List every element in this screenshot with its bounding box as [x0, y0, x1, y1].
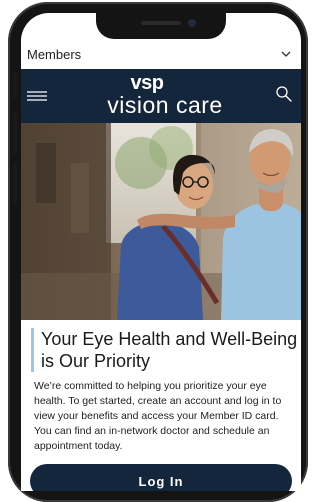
vsp-logo[interactable]: vsp vision care — [105, 73, 225, 121]
search-icon[interactable] — [275, 85, 293, 103]
phone-screen: Members vsp vision care Your Eye Health … — [21, 13, 301, 491]
log-in-button[interactable]: Log In — [30, 464, 292, 491]
hamburger-menu-icon[interactable] — [27, 86, 47, 106]
phone-speaker — [141, 21, 181, 25]
hero-photo — [21, 123, 301, 320]
chevron-down-icon — [281, 51, 291, 57]
phone-notch — [96, 13, 226, 39]
phone-volume-down-button — [13, 162, 17, 204]
site-header: vsp vision care — [21, 69, 301, 123]
phone-side-button — [13, 72, 17, 98]
members-dropdown[interactable]: Members — [21, 39, 301, 69]
phone-camera — [188, 19, 196, 27]
logo-name-text: vision care — [107, 92, 223, 118]
main-content: Your Eye Health and Well-Being is Our Pr… — [21, 320, 301, 491]
title-block: Your Eye Health and Well-Being is Our Pr… — [31, 328, 301, 372]
members-dropdown-label: Members — [27, 46, 82, 62]
hero-image — [21, 123, 301, 320]
phone-volume-up-button — [13, 112, 17, 154]
intro-text: We’re committed to helping you prioritiz… — [34, 380, 282, 452]
page-title: Your Eye Health and Well-Being is Our Pr… — [41, 329, 298, 371]
logo-brand-text: vsp — [130, 72, 164, 94]
